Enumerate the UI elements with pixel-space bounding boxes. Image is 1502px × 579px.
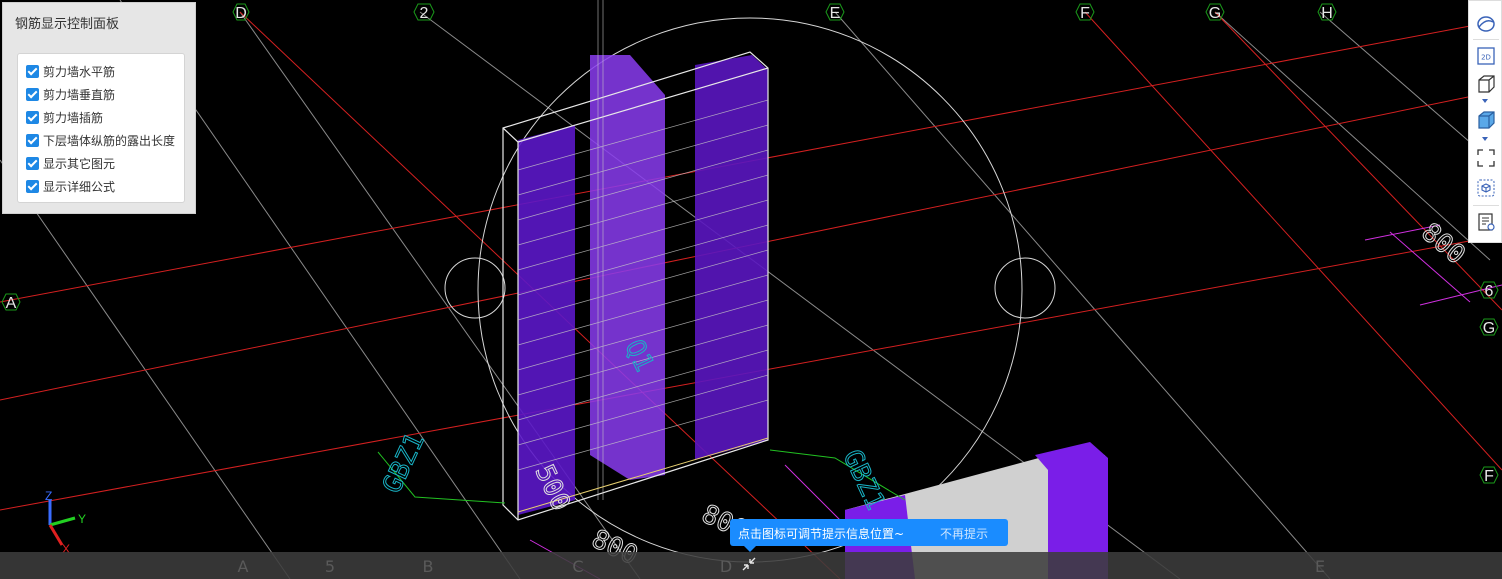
axis-bubble-top-2: 2 <box>413 3 435 22</box>
panel-title: 钢筋显示控制面板 <box>15 17 120 32</box>
axis-label-bottom-e: E <box>1314 557 1326 576</box>
model-viewport[interactable]: GBZ1 GBZ1 500 Q1 800 800 800 D 2 E F G H… <box>0 0 1502 579</box>
checkbox-checked-icon[interactable] <box>26 110 39 124</box>
svg-text:F: F <box>1080 5 1090 22</box>
orbit-icon[interactable] <box>1475 13 1497 35</box>
axis-label-bottom-5: 5 <box>324 557 336 576</box>
option-wall-vertical-rebar[interactable]: 剪力墙垂直筋 <box>26 85 115 103</box>
option-show-detailed-formula[interactable]: 显示详细公式 <box>26 177 115 195</box>
label-dim-800-right: 800 <box>1416 217 1471 270</box>
axis-bubble-top-d: D <box>232 3 250 22</box>
panel-options-box: 剪力墙水平筋 剪力墙垂直筋 剪力墙插筋 下层墙体纵筋的露出长度 显示其它图元 显… <box>17 53 185 203</box>
axis-bubble-top-h: H <box>1317 3 1337 22</box>
svg-text:6: 6 <box>1485 283 1494 300</box>
local-3d-icon[interactable] <box>1475 177 1497 199</box>
option-label: 剪力墙插筋 <box>43 110 104 125</box>
toolbar-divider <box>1473 205 1499 206</box>
view-toolbar: 2D <box>1468 0 1502 243</box>
view-3d-solid-icon[interactable] <box>1475 109 1497 131</box>
svg-text:F: F <box>1484 468 1494 485</box>
shear-wall-3d <box>502 0 769 521</box>
view-3d-box-icon[interactable] <box>1475 73 1497 95</box>
axis-label-bottom-b: B <box>422 557 434 576</box>
view-2d-icon[interactable]: 2D <box>1475 45 1497 67</box>
svg-text:2: 2 <box>420 5 429 22</box>
axis-bubble-right-6: 6 <box>1479 281 1499 300</box>
svg-text:G: G <box>1483 320 1495 337</box>
option-label: 显示其它图元 <box>43 156 116 171</box>
axis-label-bottom-a: A <box>237 557 249 576</box>
option-label: 下层墙体纵筋的露出长度 <box>43 133 176 148</box>
axis-bubble-right-g: G <box>1479 318 1499 337</box>
option-lower-wall-exposed-length[interactable]: 下层墙体纵筋的露出长度 <box>26 131 175 149</box>
svg-text:E: E <box>830 5 841 22</box>
option-wall-horizontal-rebar[interactable]: 剪力墙水平筋 <box>26 62 115 80</box>
axis-bubble-top-g: G <box>1205 3 1225 22</box>
axis-label-bottom-d: D <box>719 557 733 576</box>
label-gbz1-right: GBZ1 <box>837 445 891 514</box>
option-wall-dowel-rebar[interactable]: 剪力墙插筋 <box>26 108 103 126</box>
axis-label-bottom-c: C <box>572 557 584 576</box>
axis-bubble-right-f: F <box>1479 466 1499 485</box>
checkbox-checked-icon[interactable] <box>26 133 39 147</box>
option-label: 显示详细公式 <box>43 179 116 194</box>
fit-view-icon[interactable] <box>1475 147 1497 169</box>
svg-text:2D: 2D <box>1481 54 1491 62</box>
option-show-other-elements[interactable]: 显示其它图元 <box>26 154 115 172</box>
checkbox-checked-icon[interactable] <box>26 179 39 193</box>
hint-message: 点击图标可调节提示信息位置~ <box>738 527 905 541</box>
rebar-display-control-panel: 钢筋显示控制面板 剪力墙水平筋 剪力墙垂直筋 剪力墙插筋 下层墙体纵筋的露出长度… <box>2 2 196 214</box>
chevron-down-icon[interactable] <box>1482 99 1488 103</box>
option-label: 剪力墙垂直筋 <box>43 87 116 102</box>
checkbox-checked-icon[interactable] <box>26 156 39 170</box>
axis-bubble-left-a: A <box>1 293 21 312</box>
chevron-down-icon[interactable] <box>1482 137 1488 141</box>
checkbox-checked-icon[interactable] <box>26 64 39 78</box>
svg-text:G: G <box>1209 5 1221 22</box>
axis-triad: Z Y X <box>45 489 86 556</box>
svg-text:Z: Z <box>45 489 52 503</box>
tooltip-arrow <box>744 546 756 552</box>
svg-text:A: A <box>6 295 17 312</box>
option-label: 剪力墙水平筋 <box>43 64 116 79</box>
label-gbz1-left: GBZ1 <box>377 429 431 498</box>
svg-text:Y: Y <box>78 512 86 526</box>
svg-text:D: D <box>235 5 247 22</box>
checkbox-checked-icon[interactable] <box>26 87 39 101</box>
hint-position-icon[interactable] <box>740 555 758 573</box>
dont-show-again-link[interactable]: 不再提示 <box>940 525 988 542</box>
toolbar-divider <box>1473 39 1499 40</box>
hint-tooltip: 点击图标可调节提示信息位置~ 不再提示 <box>730 519 1008 552</box>
property-list-icon[interactable] <box>1475 211 1497 233</box>
svg-text:H: H <box>1321 5 1333 22</box>
